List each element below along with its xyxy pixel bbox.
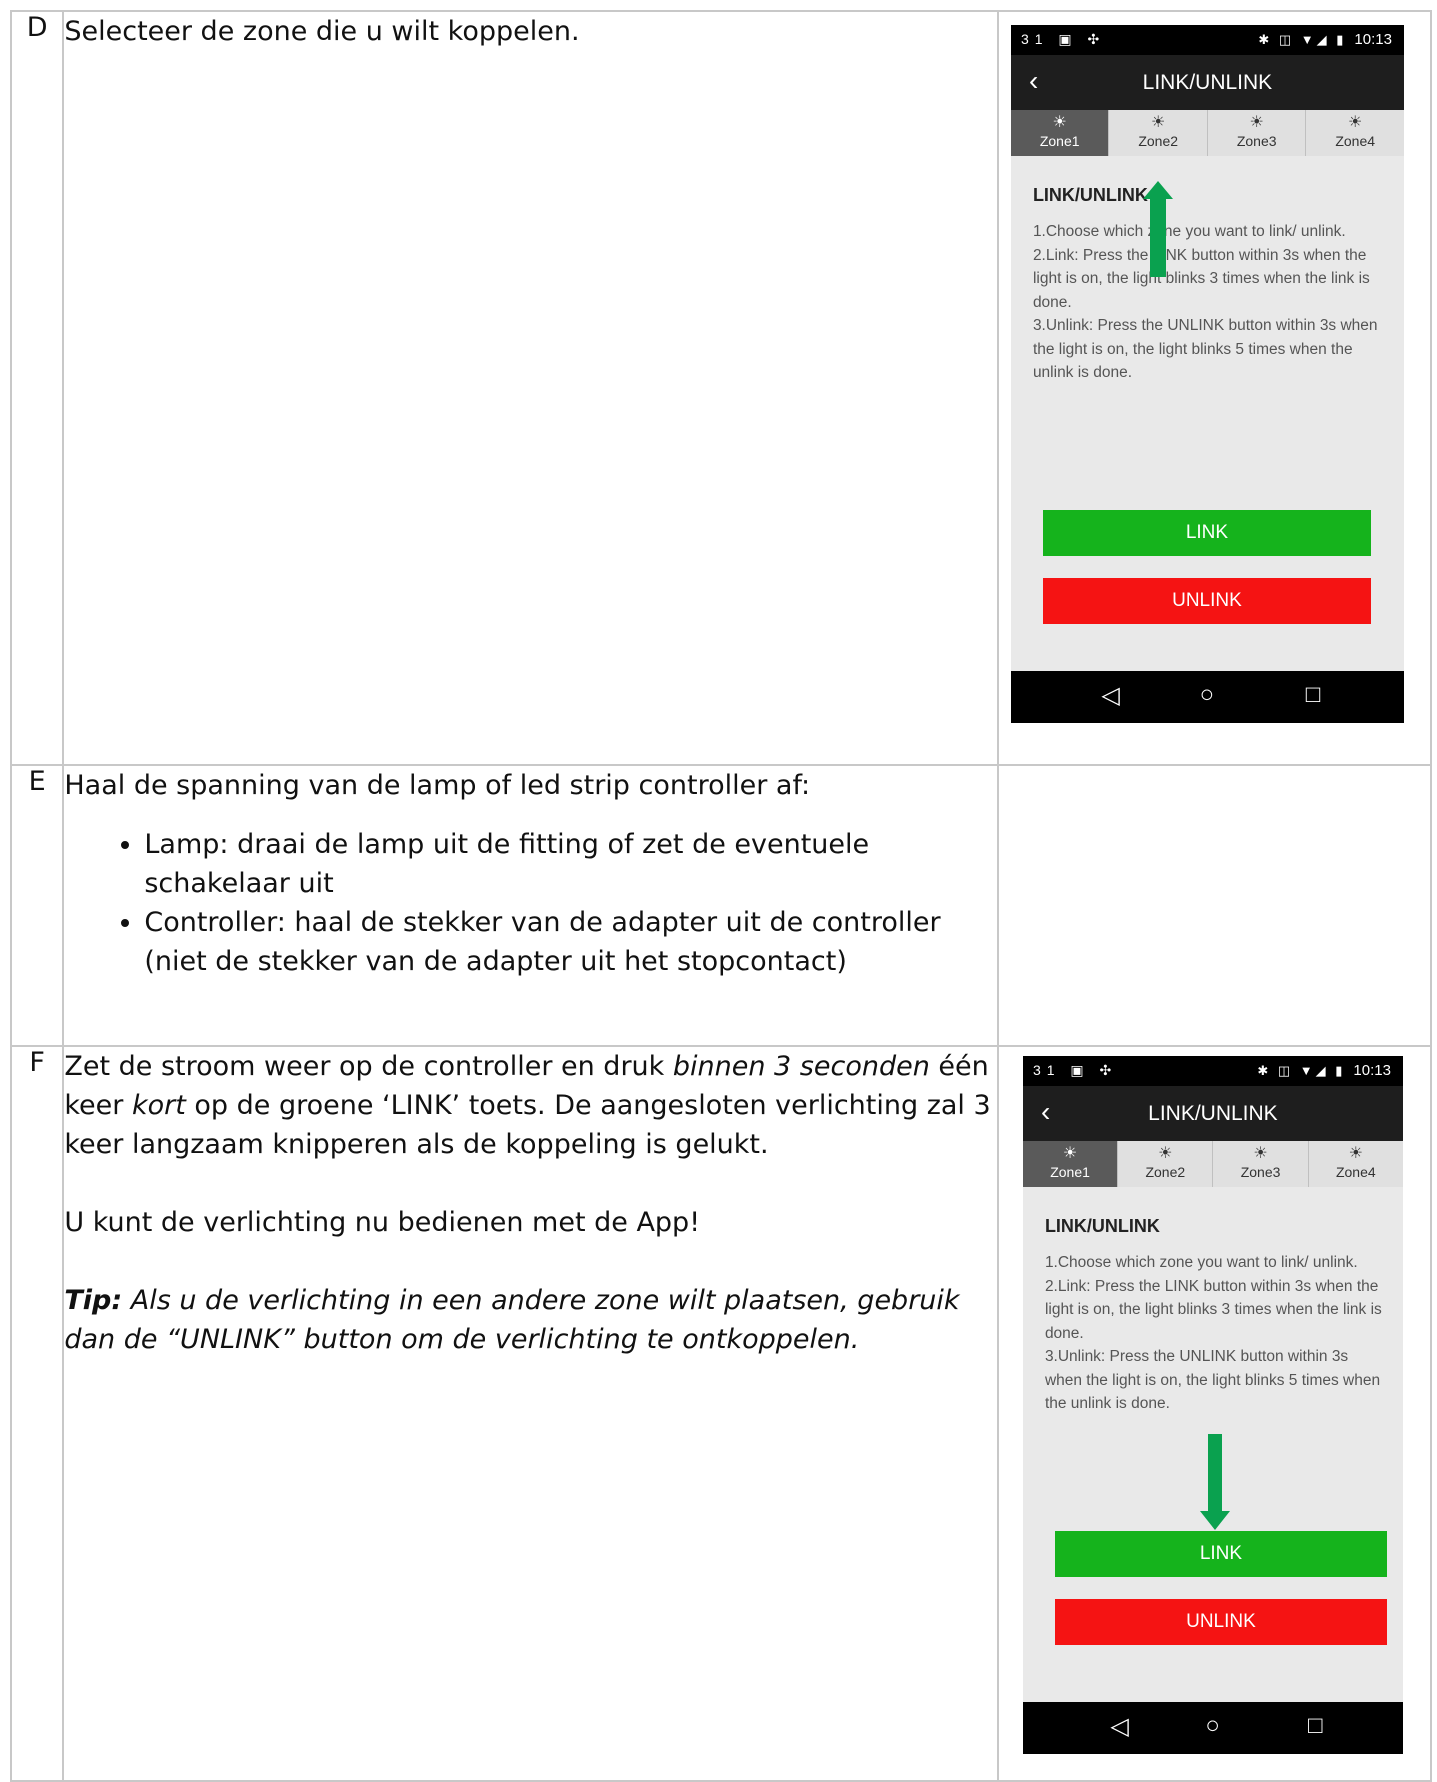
zone-tabs: ☀ Zone1 ☀ Zone2 ☀ Zone3 ☀ Zone4 xyxy=(1022,1141,1403,1187)
step-d-text: Selecteer de zone die u wilt koppelen. xyxy=(64,16,580,47)
sun-icon: ☀ xyxy=(1062,1145,1078,1162)
tip-text: Als u de verlichting in een andere zone … xyxy=(64,1285,960,1355)
step-text: Zet de stroom weer op de controller en d… xyxy=(62,1045,999,1782)
instructions-panel: LINK/UNLINK 1.Choose which zone you want… xyxy=(1045,1216,1389,1416)
nav-recent-icon[interactable]: □ xyxy=(1306,681,1321,709)
status-bar: 31 ▣ ✣ ✱ ◫ ▼◢ ▮ 10:13 xyxy=(1022,1056,1403,1086)
tab-label: Zone3 xyxy=(1240,1164,1281,1180)
text-run: Zet de stroom weer op de controller en d… xyxy=(64,1051,673,1082)
instructions-panel: LINK/UNLINK 1.Choose which zone you want… xyxy=(1033,185,1390,385)
tab-label: Zone3 xyxy=(1236,133,1277,149)
step-text: Selecteer de zone die u wilt koppelen. xyxy=(62,10,999,766)
step-letter: E xyxy=(9,764,65,1047)
step-letter: F xyxy=(9,1045,65,1782)
status-right: ✱ ◫ ▼◢ ▮ 10:13 xyxy=(1257,1062,1391,1079)
android-nav-bar: ◁ ○ □ xyxy=(1022,1702,1403,1754)
list-item: Controller: haal de stekker van de adapt… xyxy=(144,903,997,981)
tab-zone1[interactable]: ☀ Zone1 xyxy=(1022,1141,1119,1187)
nav-back-icon[interactable]: ◁ xyxy=(1110,1712,1128,1741)
list-item: Lamp: draai de lamp uit de fitting of ze… xyxy=(144,825,997,903)
signal-icons: ✱ ◫ ▼◢ ▮ xyxy=(1258,32,1347,47)
instructions-heading: LINK/UNLINK xyxy=(1044,1216,1160,1236)
unlink-button[interactable]: UNLINK xyxy=(1054,1599,1387,1645)
text-run: op de groene ‘LINK’ toets. De aangeslote… xyxy=(64,1090,991,1160)
sun-icon: ☀ xyxy=(1348,114,1363,131)
notification-icons: 31 ▣ ✣ xyxy=(1032,1062,1118,1078)
unlink-button[interactable]: UNLINK xyxy=(1042,578,1371,624)
tab-zone2[interactable]: ☀ Zone2 xyxy=(1118,1141,1214,1187)
step-text: Haal de spanning van de lamp of led stri… xyxy=(62,764,999,1047)
tab-label: Zone1 xyxy=(1039,133,1080,149)
tab-zone4[interactable]: ☀ Zone4 xyxy=(1306,110,1404,156)
sun-icon: ☀ xyxy=(1151,114,1166,131)
signal-icons: ✱ ◫ ▼◢ ▮ xyxy=(1257,1063,1346,1078)
step-row-e: E Haal de spanning van de lamp of led st… xyxy=(9,764,1433,1047)
step-e-intro: Haal de spanning van de lamp of led stri… xyxy=(64,770,811,801)
step-f-app-note: U kunt de verlichting nu bedienen met de… xyxy=(64,1207,701,1238)
clock: 10:13 xyxy=(1353,1062,1391,1079)
green-arrow-icon xyxy=(1142,181,1173,277)
tab-label: Zone2 xyxy=(1138,133,1179,149)
instructions-heading: LINK/UNLINK xyxy=(1032,185,1148,205)
screen-title: LINK/UNLINK xyxy=(1148,1102,1278,1125)
nav-back-icon[interactable]: ◁ xyxy=(1101,681,1119,710)
notification-icons: 31 ▣ ✣ xyxy=(1020,31,1106,47)
clock: 10:13 xyxy=(1354,31,1392,48)
emphasis: kort xyxy=(131,1090,186,1121)
link-button[interactable]: LINK xyxy=(1054,1531,1387,1577)
app-bar: ‹ LINK/UNLINK xyxy=(1010,55,1404,110)
sun-icon: ☀ xyxy=(1158,1145,1173,1162)
screenshot-cell: 31 ▣ ✣ ✱ ◫ ▼◢ ▮ 10:13 ‹ LINK/UNLINK ☀ Zone… xyxy=(996,10,1433,766)
step-e-list: Lamp: draai de lamp uit de fitting of ze… xyxy=(64,825,997,981)
step-f-paragraph: Zet de stroom weer op de controller en d… xyxy=(64,1047,997,1164)
nav-recent-icon[interactable]: □ xyxy=(1308,1712,1323,1740)
instructions-text: 1.Choose which zone you want to link/ un… xyxy=(1032,223,1378,381)
tip-label: Tip: xyxy=(64,1285,123,1316)
status-right: ✱ ◫ ▼◢ ▮ 10:13 xyxy=(1258,31,1392,48)
tab-zone1[interactable]: ☀ Zone1 xyxy=(1010,110,1110,156)
tab-zone3[interactable]: ☀ Zone3 xyxy=(1208,110,1307,156)
empty-cell xyxy=(996,764,1433,1047)
screen-title: LINK/UNLINK xyxy=(1142,71,1273,94)
tab-zone4[interactable]: ☀ Zone4 xyxy=(1309,1141,1403,1187)
tab-label: Zone2 xyxy=(1145,1164,1186,1180)
android-nav-bar: ◁ ○ □ xyxy=(1010,671,1404,723)
link-button[interactable]: LINK xyxy=(1042,510,1371,556)
sun-icon: ☀ xyxy=(1253,1145,1268,1162)
sun-icon: ☀ xyxy=(1249,114,1264,131)
instructions-text: 1.Choose which zone you want to link/ un… xyxy=(1044,1254,1382,1412)
nav-home-icon[interactable]: ○ xyxy=(1200,681,1215,709)
tab-zone2[interactable]: ☀ Zone2 xyxy=(1109,110,1208,156)
tab-label: Zone1 xyxy=(1050,1164,1090,1180)
status-bar: 31 ▣ ✣ ✱ ◫ ▼◢ ▮ 10:13 xyxy=(1010,25,1404,55)
phone-screenshot: 31 ▣ ✣ ✱ ◫ ▼◢ ▮ 10:13 ‹ LINK/UNLINK ☀ Zone… xyxy=(1010,25,1404,723)
emphasis: binnen 3 seconden xyxy=(672,1051,930,1082)
green-arrow-icon xyxy=(1199,1434,1230,1530)
step-f-tip: Tip: Als u de verlichting in een andere … xyxy=(64,1281,997,1359)
instruction-table: D Selecteer de zone die u wilt koppelen.… xyxy=(9,10,1433,1782)
tab-label: Zone4 xyxy=(1335,133,1376,149)
sun-icon: ☀ xyxy=(1348,1145,1363,1162)
app-bar: ‹ LINK/UNLINK xyxy=(1022,1086,1403,1141)
tab-zone3[interactable]: ☀ Zone3 xyxy=(1213,1141,1309,1187)
zone-tabs: ☀ Zone1 ☀ Zone2 ☀ Zone3 ☀ Zone4 xyxy=(1010,110,1404,156)
step-row-f: F Zet de stroom weer op de controller en… xyxy=(9,1045,1433,1782)
tab-label: Zone4 xyxy=(1335,1164,1376,1180)
phone-screenshot: 31 ▣ ✣ ✱ ◫ ▼◢ ▮ 10:13 ‹ LINK/UNLINK ☀ Zone… xyxy=(1022,1056,1403,1754)
nav-home-icon[interactable]: ○ xyxy=(1205,1712,1220,1740)
screenshot-cell: 31 ▣ ✣ ✱ ◫ ▼◢ ▮ 10:13 ‹ LINK/UNLINK ☀ Zone… xyxy=(996,1045,1433,1782)
step-row-d: D Selecteer de zone die u wilt koppelen.… xyxy=(9,10,1433,766)
step-letter: D xyxy=(9,10,65,766)
sun-icon: ☀ xyxy=(1052,114,1067,131)
